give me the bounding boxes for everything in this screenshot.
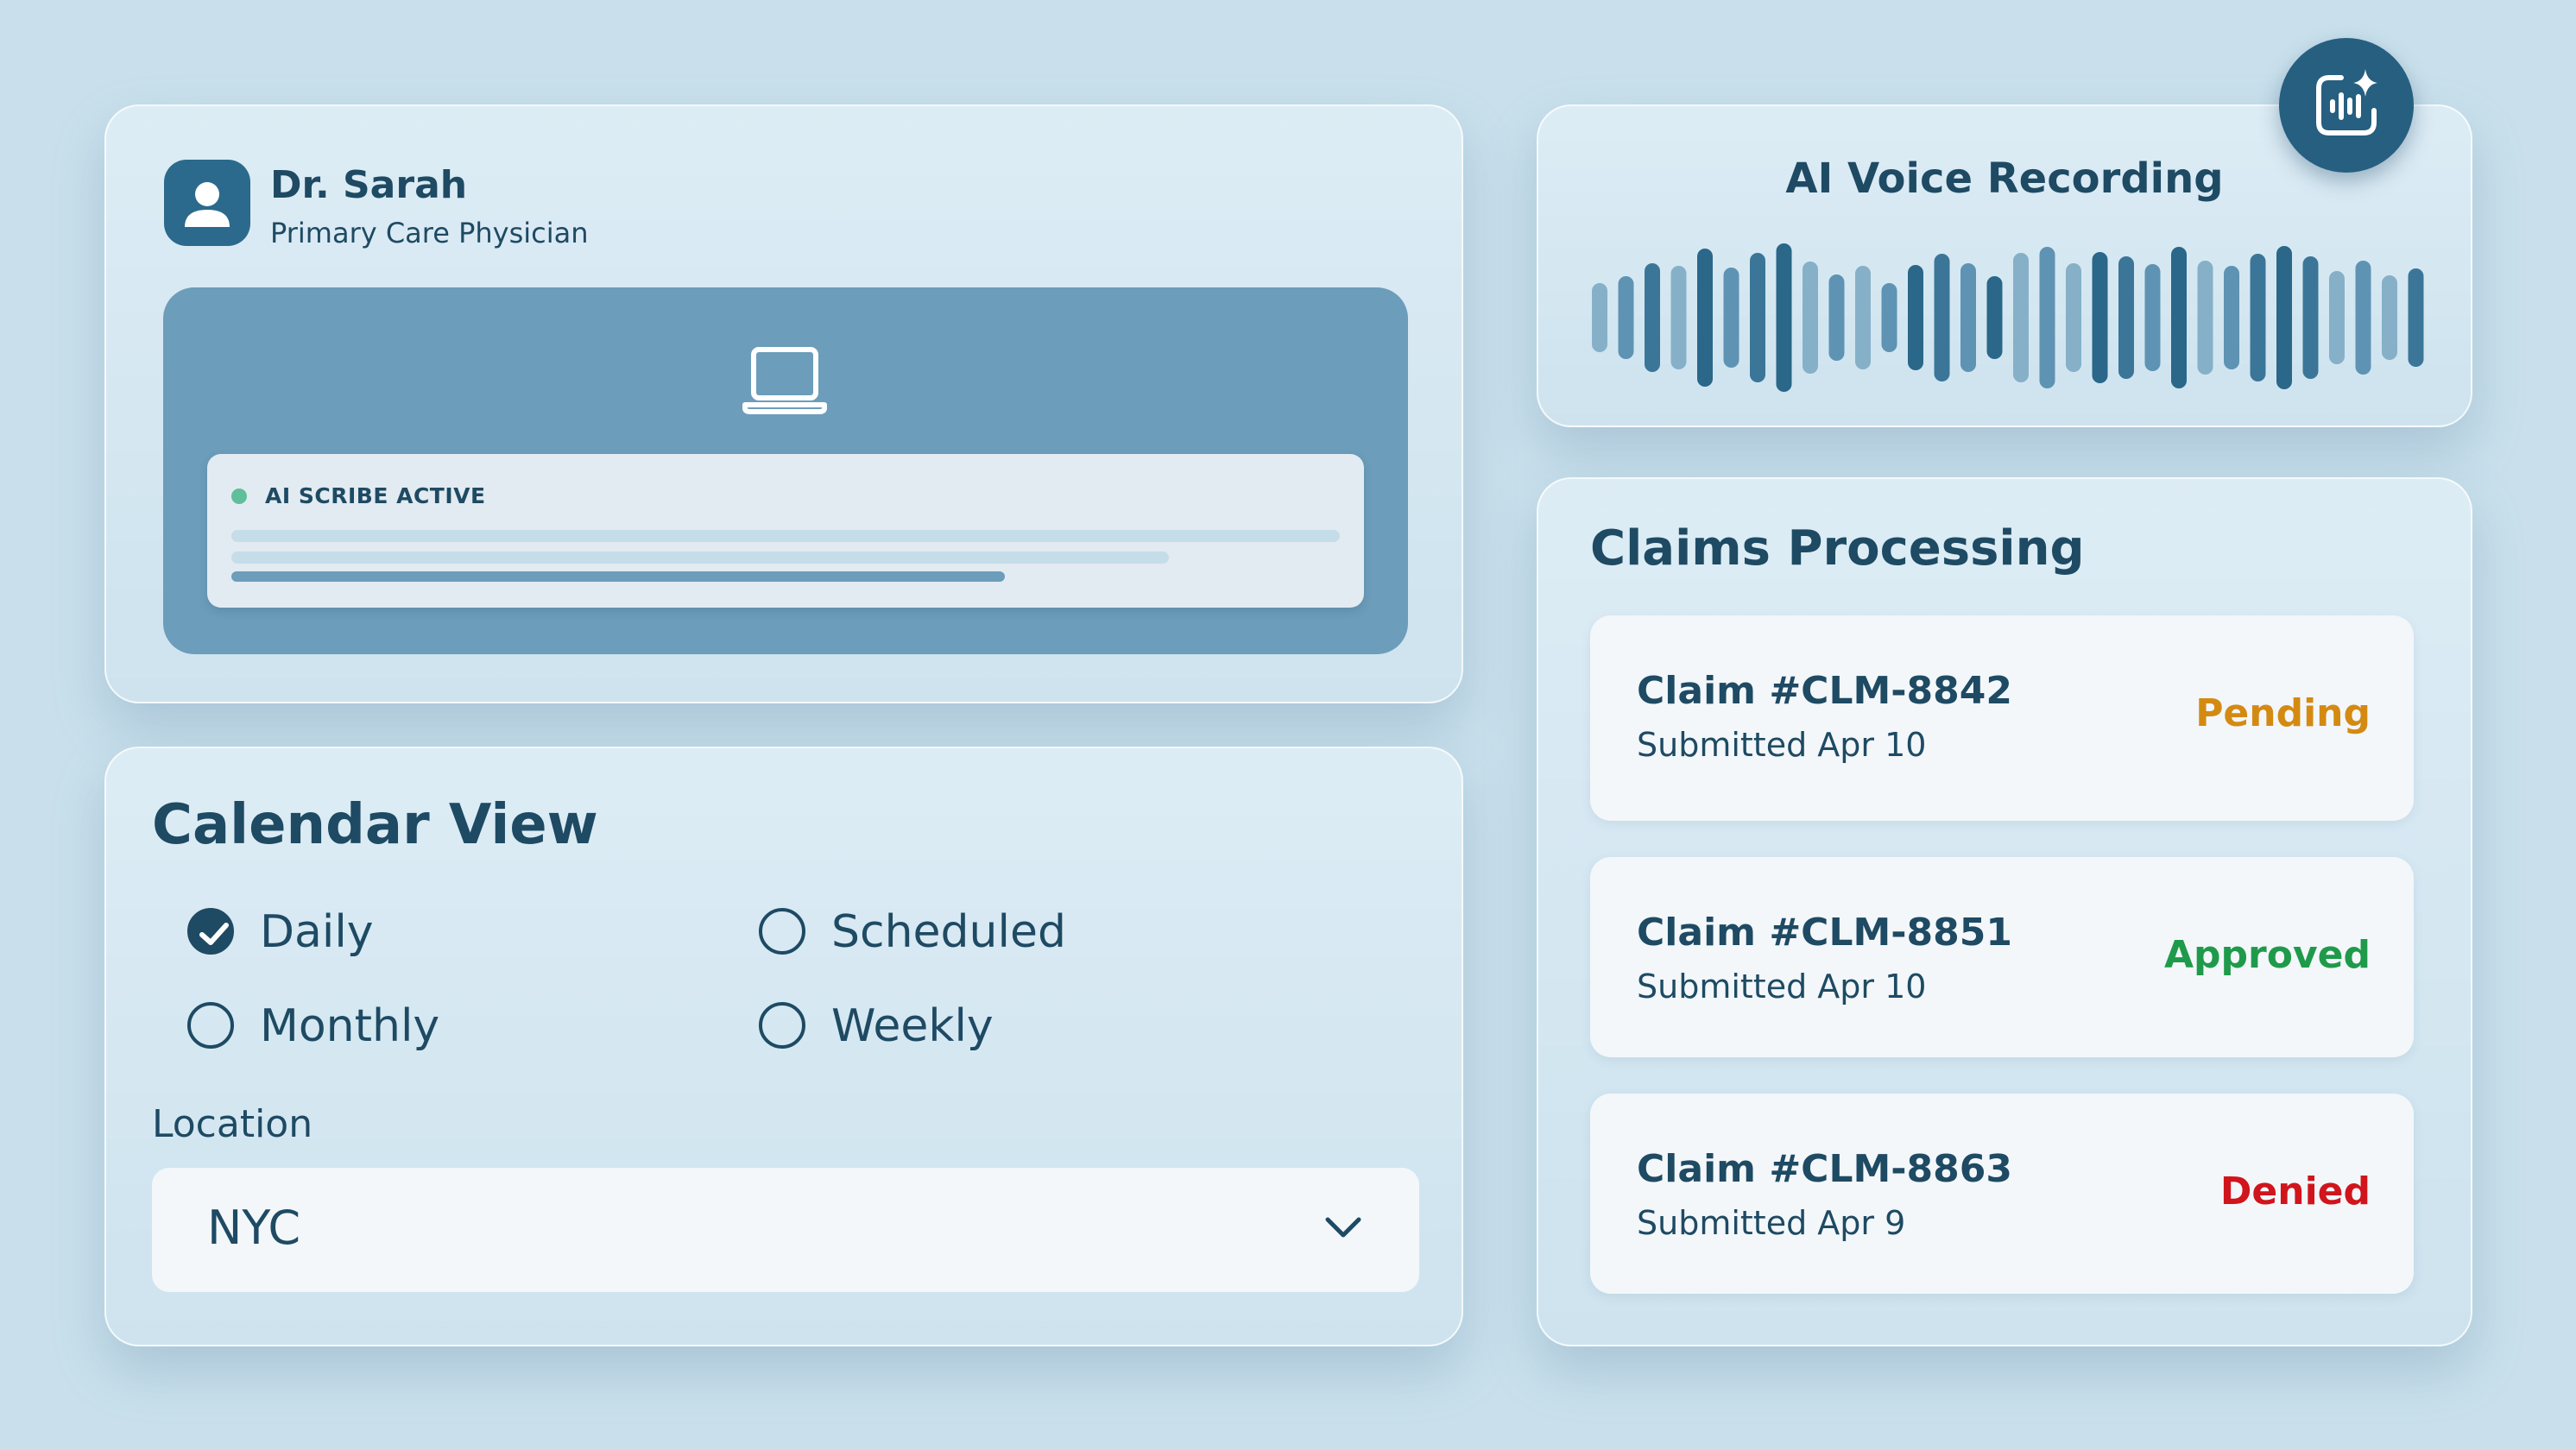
claim-submitted-date: Submitted Apr 10 — [1637, 968, 1927, 1006]
claims-processing-card: Claims Processing Claim #CLM-8842 Submit… — [1537, 477, 2472, 1346]
waveform-bar — [1697, 249, 1713, 387]
doctor-name: Dr. Sarah — [270, 163, 468, 207]
waveform-bar — [2382, 275, 2397, 360]
waveform-bar — [2066, 263, 2081, 372]
waveform-bar — [1934, 254, 1950, 381]
waveform-bar — [1592, 283, 1607, 352]
checked-checkbox-icon[interactable] — [187, 908, 234, 955]
radio-icon[interactable] — [187, 1002, 234, 1049]
claim-submitted-date: Submitted Apr 9 — [1637, 1204, 1906, 1242]
waveform-bar — [1723, 268, 1739, 368]
claims-processing-title: Claims Processing — [1590, 520, 2085, 577]
ai-voice-sparkle-icon[interactable] — [2279, 38, 2414, 173]
claim-item[interactable]: Claim #CLM-8851 Submitted Apr 10 Approve… — [1590, 857, 2414, 1057]
waveform-bar — [1960, 263, 1976, 372]
option-scheduled[interactable]: Scheduled — [759, 908, 1087, 960]
waveform-bar — [1645, 263, 1660, 372]
waveform-bar — [2118, 256, 2134, 379]
transcript-line — [231, 530, 1340, 542]
claim-item[interactable]: Claim #CLM-8842 Submitted Apr 10 Pending — [1590, 615, 2414, 821]
waveform-bar — [2171, 247, 2187, 388]
waveform-bar — [2302, 256, 2319, 379]
calendar-view-card: Calendar View Daily Scheduled Monthly We… — [104, 747, 1463, 1346]
radio-icon[interactable] — [759, 908, 805, 955]
chevron-down-icon — [1325, 1217, 1361, 1238]
transcript-line — [231, 552, 1169, 564]
claim-id: Claim #CLM-8863 — [1637, 1147, 2013, 1191]
option-daily[interactable]: Daily — [187, 908, 446, 960]
device-preview: AI SCRIBE ACTIVE — [163, 287, 1408, 654]
claim-item[interactable]: Claim #CLM-8863 Submitted Apr 9 Denied — [1590, 1094, 2414, 1294]
location-label: Location — [152, 1102, 313, 1146]
doctor-role: Primary Care Physician — [270, 217, 589, 249]
waveform-bar — [1855, 266, 1871, 369]
waveform-bar — [1803, 262, 1818, 374]
waveform-bar — [1908, 265, 1923, 370]
option-label: Weekly — [831, 1000, 994, 1052]
calendar-view-title: Calendar View — [152, 793, 598, 857]
waveform-bar — [1670, 266, 1687, 369]
claim-status: Approved — [2164, 933, 2371, 977]
option-weekly[interactable]: Weekly — [759, 1002, 1035, 1054]
waveform-bar — [2276, 246, 2292, 389]
waveform-bar — [2197, 261, 2213, 375]
claim-status: Pending — [2195, 691, 2371, 735]
location-value: NYC — [207, 1201, 301, 1255]
waveform-bar — [2013, 253, 2029, 382]
claim-status: Denied — [2219, 1169, 2371, 1214]
laptop-icon — [742, 347, 827, 414]
option-label: Scheduled — [831, 906, 1066, 958]
waveform-bar — [1776, 243, 1792, 392]
audio-waveform — [1592, 243, 2424, 392]
option-label: Monthly — [260, 1000, 440, 1052]
waveform-bar — [2144, 264, 2161, 371]
transcript-progress-line — [231, 571, 1005, 582]
waveform-bar — [1750, 253, 1765, 382]
option-monthly[interactable]: Monthly — [187, 1002, 481, 1054]
waveform-bar — [1618, 276, 1634, 359]
claim-id: Claim #CLM-8842 — [1637, 669, 2013, 713]
waveform-bar — [2250, 254, 2266, 381]
ai-scribe-status: AI SCRIBE ACTIVE — [265, 483, 486, 508]
option-label: Daily — [260, 906, 374, 958]
claim-id: Claim #CLM-8851 — [1637, 911, 2013, 955]
waveform-bar — [1986, 276, 2003, 359]
waveform-bar — [2355, 261, 2371, 375]
waveform-bar — [2039, 247, 2055, 388]
waveform-bar — [2329, 271, 2345, 364]
active-status-dot — [231, 489, 247, 504]
location-select[interactable]: NYC — [152, 1168, 1419, 1292]
radio-icon[interactable] — [759, 1002, 805, 1049]
waveform-bar — [2224, 266, 2239, 369]
ai-scribe-panel: AI SCRIBE ACTIVE — [207, 454, 1364, 608]
user-icon — [164, 160, 250, 246]
claim-submitted-date: Submitted Apr 10 — [1637, 726, 1927, 764]
waveform-bar — [2092, 252, 2108, 383]
waveform-bar — [2408, 268, 2424, 367]
waveform-bar — [1828, 274, 1845, 361]
doctor-profile-card: Dr. Sarah Primary Care Physician AI SCRI… — [104, 104, 1463, 703]
waveform-bar — [1881, 283, 1897, 352]
